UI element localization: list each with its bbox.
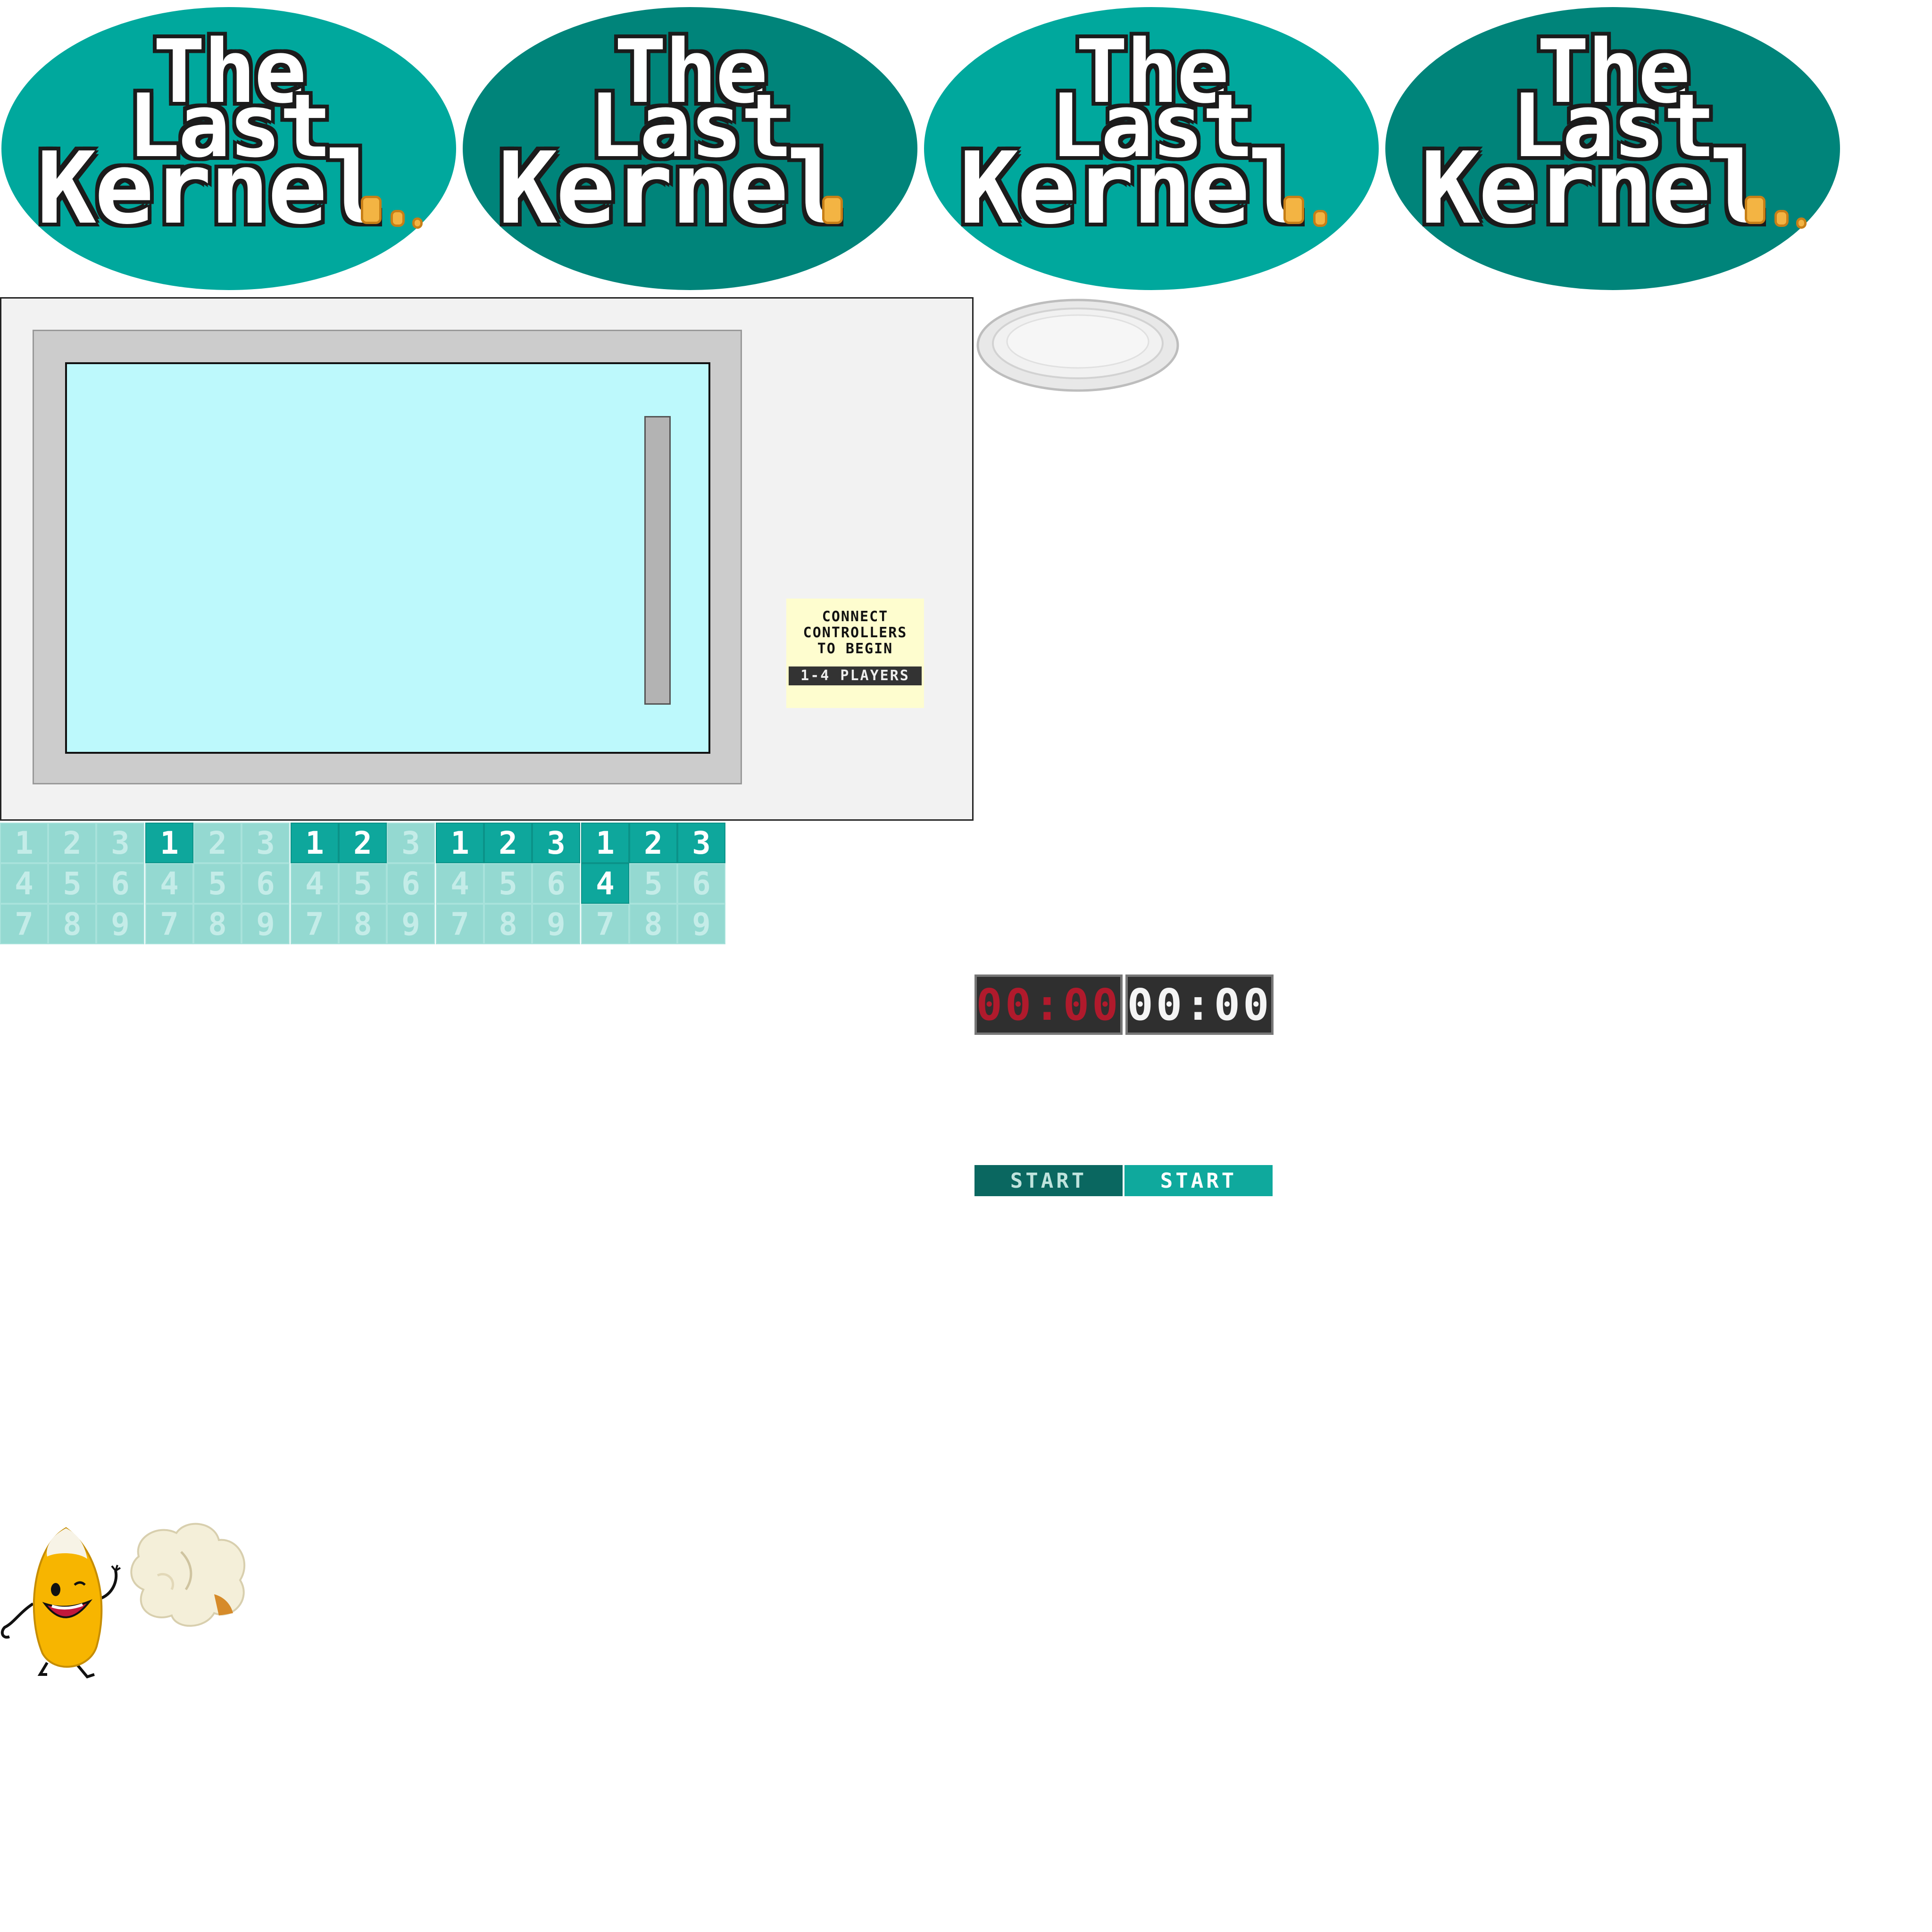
microwave-door bbox=[33, 330, 742, 784]
door-handle[interactable] bbox=[644, 416, 671, 705]
connect-notice: CONNECT CONTROLLERS TO BEGIN 1-4 PLAYERS bbox=[786, 599, 924, 708]
keypad-key-8[interactable]: 8 bbox=[48, 904, 96, 944]
keypad-key-4[interactable]: 4 bbox=[145, 863, 193, 904]
keypad-key-2[interactable]: 2 bbox=[484, 823, 532, 863]
keypad-key-4[interactable]: 4 bbox=[436, 863, 484, 904]
keypad-key-6[interactable]: 6 bbox=[96, 863, 144, 904]
logo-3: The Last Kernel bbox=[923, 2, 1380, 295]
keypad-key-5[interactable]: 5 bbox=[484, 863, 532, 904]
notice-line-2: CONTROLLERS bbox=[803, 625, 908, 641]
keypad-key-9[interactable]: 9 bbox=[532, 904, 580, 944]
logo-2: The Last Kernel bbox=[461, 2, 919, 295]
keypad-key-4[interactable]: 4 bbox=[581, 863, 629, 904]
keypad-key-1[interactable]: 1 bbox=[291, 823, 339, 863]
keypad-key-5[interactable]: 5 bbox=[193, 863, 242, 904]
keypad-key-3[interactable]: 3 bbox=[532, 823, 580, 863]
logo-4: The Last Kernel bbox=[1384, 2, 1841, 295]
keypad-key-1[interactable]: 1 bbox=[436, 823, 484, 863]
keypad-3: 123 456 789 bbox=[436, 823, 580, 944]
notice-line-3: TO BEGIN bbox=[817, 641, 893, 657]
keypad-key-3[interactable]: 3 bbox=[242, 823, 290, 863]
keypad-key-7[interactable]: 7 bbox=[145, 904, 193, 944]
keypad-1: 123 456 789 bbox=[145, 823, 290, 944]
keypad-key-4[interactable]: 4 bbox=[291, 863, 339, 904]
microwave-window bbox=[65, 362, 710, 754]
keypad-key-2[interactable]: 2 bbox=[193, 823, 242, 863]
keypad-key-6[interactable]: 6 bbox=[677, 863, 725, 904]
keypad-key-4[interactable]: 4 bbox=[0, 863, 48, 904]
popcorn-piece bbox=[130, 1523, 246, 1627]
keypad-key-7[interactable]: 7 bbox=[291, 904, 339, 944]
kernel-icon bbox=[361, 196, 382, 224]
keypad-key-1[interactable]: 1 bbox=[581, 823, 629, 863]
microwave: CONNECT CONTROLLERS TO BEGIN 1-4 PLAYERS bbox=[0, 297, 974, 821]
kernel-icon bbox=[391, 210, 405, 227]
keypad-0: 123 456 789 bbox=[0, 823, 144, 944]
keypad-key-3[interactable]: 3 bbox=[387, 823, 435, 863]
keypad-key-9[interactable]: 9 bbox=[677, 904, 725, 944]
keypad-key-1[interactable]: 1 bbox=[145, 823, 193, 863]
keypad-key-8[interactable]: 8 bbox=[193, 904, 242, 944]
kernel-icon bbox=[1313, 210, 1327, 227]
keypad-key-5[interactable]: 5 bbox=[629, 863, 677, 904]
keypad-key-6[interactable]: 6 bbox=[387, 863, 435, 904]
keypad-key-2[interactable]: 2 bbox=[629, 823, 677, 863]
kernel-icon bbox=[1283, 196, 1304, 224]
keypad-key-9[interactable]: 9 bbox=[387, 904, 435, 944]
timer-display-white: 00:00 bbox=[1125, 974, 1274, 1035]
players-badge: 1-4 PLAYERS bbox=[789, 666, 922, 685]
keypad-key-9[interactable]: 9 bbox=[242, 904, 290, 944]
kernel-icon bbox=[1774, 210, 1789, 227]
timer-display-red: 00:00 bbox=[974, 974, 1123, 1035]
kernel-icon bbox=[1745, 196, 1765, 224]
keypad-key-2[interactable]: 2 bbox=[48, 823, 96, 863]
start-button-light[interactable]: START bbox=[1124, 1165, 1273, 1196]
notice-line-1: CONNECT bbox=[822, 608, 889, 625]
start-button-dark[interactable]: START bbox=[974, 1165, 1123, 1196]
kernel-character bbox=[0, 1527, 121, 1679]
kernel-icon bbox=[412, 217, 423, 229]
keypad-2: 123 456 789 bbox=[291, 823, 435, 944]
keypad-key-3[interactable]: 3 bbox=[96, 823, 144, 863]
keypad-key-8[interactable]: 8 bbox=[339, 904, 387, 944]
keypad-key-7[interactable]: 7 bbox=[581, 904, 629, 944]
kernel-icon bbox=[1796, 217, 1807, 229]
keypad-key-7[interactable]: 7 bbox=[436, 904, 484, 944]
keypad-key-7[interactable]: 7 bbox=[0, 904, 48, 944]
keypad-key-6[interactable]: 6 bbox=[242, 863, 290, 904]
keypad-key-2[interactable]: 2 bbox=[339, 823, 387, 863]
keypad-key-5[interactable]: 5 bbox=[48, 863, 96, 904]
keypad-key-8[interactable]: 8 bbox=[629, 904, 677, 944]
keypad-key-5[interactable]: 5 bbox=[339, 863, 387, 904]
keypad-key-9[interactable]: 9 bbox=[96, 904, 144, 944]
keypad-key-1[interactable]: 1 bbox=[0, 823, 48, 863]
keypad-4: 123 456 789 bbox=[581, 823, 725, 944]
kernel-icon bbox=[822, 196, 843, 224]
turntable-plate bbox=[976, 299, 1179, 392]
keypad-key-8[interactable]: 8 bbox=[484, 904, 532, 944]
logo-1: The Last Kernel bbox=[0, 2, 458, 295]
keypad-key-3[interactable]: 3 bbox=[677, 823, 725, 863]
keypad-key-6[interactable]: 6 bbox=[532, 863, 580, 904]
